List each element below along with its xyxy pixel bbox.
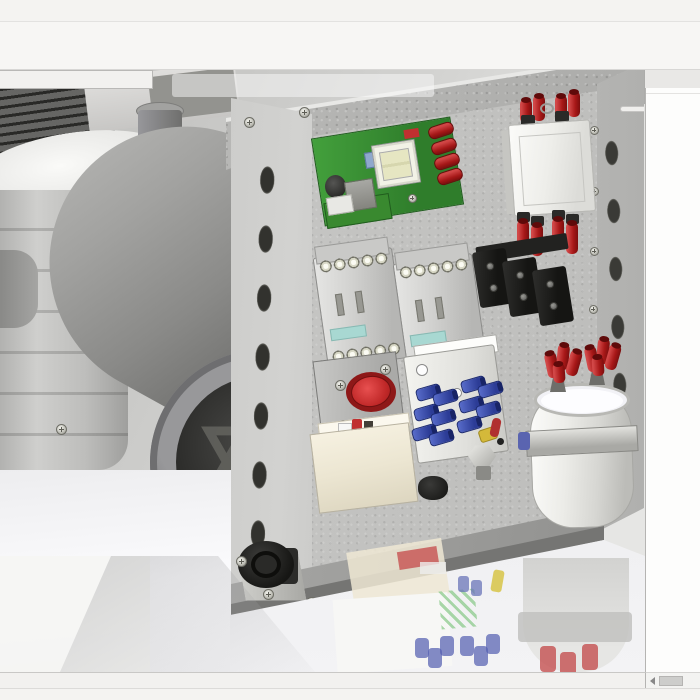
- screw[interactable]: [263, 589, 274, 600]
- cable-gland-small[interactable]: [418, 476, 448, 500]
- screw[interactable]: [590, 247, 599, 256]
- viewport-bottom-strip: [0, 672, 645, 688]
- viewport-3d[interactable]: [0, 0, 645, 672]
- reflection-red-terminal: [560, 652, 576, 672]
- cable-gland-bore: [251, 551, 281, 578]
- screw[interactable]: [589, 305, 598, 314]
- panel-gap: [645, 70, 700, 88]
- ribbon-buttons: [0, 22, 700, 24]
- ribbon: [0, 22, 700, 70]
- reflection-blue-connector: [460, 636, 474, 656]
- screw[interactable]: [299, 107, 310, 118]
- screw[interactable]: [335, 380, 346, 391]
- screw[interactable]: [590, 126, 599, 135]
- contactor-slot: [334, 293, 345, 317]
- contactor-label-teal: [329, 324, 368, 342]
- panel-horizontal-scrollbar[interactable]: [645, 672, 700, 688]
- reflection-red-terminal: [540, 646, 556, 672]
- scroll-thumb[interactable]: [659, 675, 683, 686]
- model-pump-knob[interactable]: [0, 250, 38, 328]
- document-tab[interactable]: [0, 70, 153, 89]
- reflection-blue-small: [471, 580, 482, 596]
- screw[interactable]: [244, 117, 255, 128]
- capacitor-top-face: [541, 389, 623, 413]
- capacitor-terminal-red[interactable]: [591, 355, 605, 377]
- wire-end-black: [497, 438, 504, 445]
- reflection-blue-connector: [486, 634, 500, 654]
- heads-up-view-toolbar: [172, 74, 434, 97]
- scroll-left-icon[interactable]: [650, 676, 655, 685]
- filter-cable-red[interactable]: [568, 89, 580, 117]
- reflection-capacitor-band: [518, 612, 632, 642]
- filter-line-text: [524, 194, 584, 198]
- reflection-blue-small: [458, 576, 469, 592]
- transformer-body[interactable]: [309, 422, 419, 514]
- reflection-blue-connector: [415, 638, 429, 658]
- reflection-blue-connector: [440, 636, 454, 656]
- hex-bolt-shaft: [476, 466, 491, 480]
- screw-floor[interactable]: [56, 424, 67, 435]
- filter-load-text: [520, 142, 580, 146]
- status-bar: [0, 688, 700, 700]
- reflection-white-detail: [420, 562, 446, 574]
- contactor-slot: [354, 290, 365, 314]
- contactor-slot: [434, 296, 445, 320]
- task-pane-tabs: [620, 106, 644, 112]
- filter-lift-loop: [540, 103, 554, 114]
- title-bar: [0, 0, 700, 22]
- pcb-display-segments: [378, 147, 414, 182]
- filter-cable-red[interactable]: [566, 220, 578, 254]
- connector-blue-edge: [518, 432, 530, 450]
- screw[interactable]: [236, 556, 247, 567]
- power-filter-label-panel[interactable]: [518, 131, 586, 207]
- screw[interactable]: [408, 194, 417, 203]
- capacitor-terminal-red[interactable]: [552, 362, 566, 384]
- reflection-red-terminal: [582, 644, 598, 670]
- contactor-slot: [414, 299, 425, 323]
- relay-dot: [416, 364, 428, 376]
- electrical-manager-panel: [645, 88, 700, 672]
- solidworks-window: [0, 0, 700, 700]
- feature-tree: [646, 94, 700, 95]
